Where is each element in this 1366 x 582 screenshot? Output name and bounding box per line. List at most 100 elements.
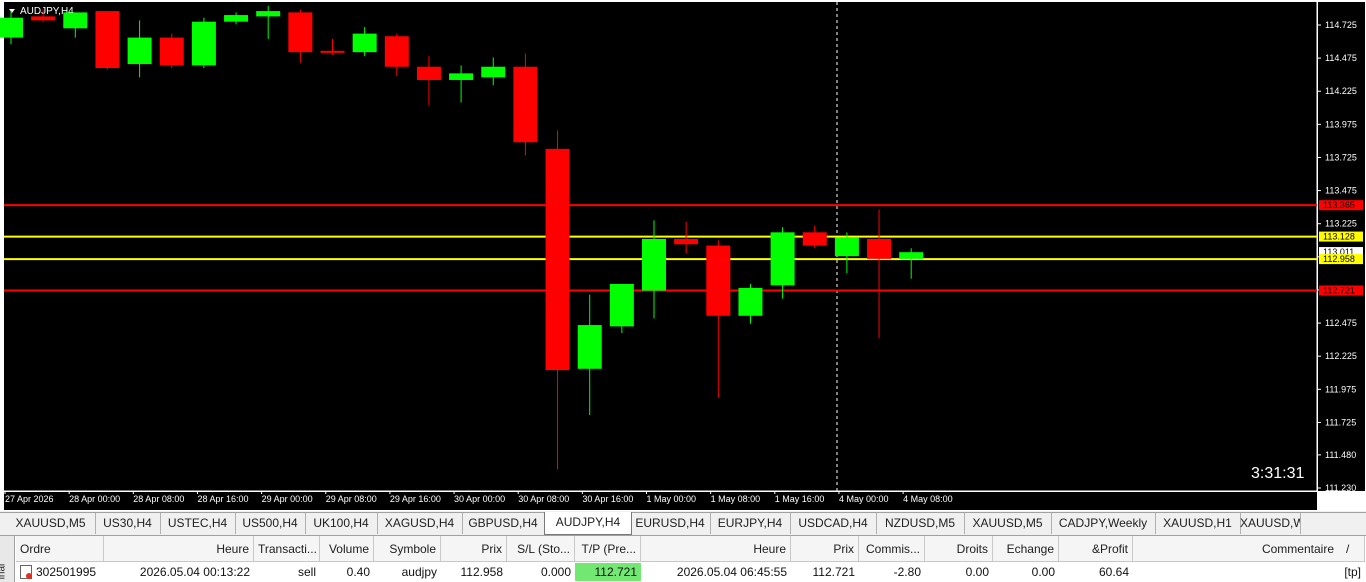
trade-row-cell[interactable]: audjpy — [374, 563, 441, 581]
chart-tab[interactable]: GBPUSD,H4 — [462, 513, 545, 534]
column-header[interactable]: Heure — [641, 536, 791, 562]
column-header[interactable]: Prix — [441, 536, 507, 562]
price-label: 114.225 — [1325, 86, 1357, 96]
chart-tab[interactable]: AUDJPY,H4 — [544, 512, 632, 535]
column-header[interactable]: Commis... — [859, 536, 925, 562]
column-header[interactable]: Droits — [925, 536, 993, 562]
column-header[interactable]: Transacti... — [254, 536, 320, 562]
chart-tab[interactable]: XAUUSD,H1 — [1155, 513, 1241, 534]
column-header[interactable]: &Profit — [1059, 536, 1133, 562]
price-label: 113.725 — [1325, 152, 1357, 162]
time-label: 28 Apr 16:00 — [197, 494, 248, 504]
candle-body — [449, 73, 474, 80]
chart-tab[interactable]: US30,H4 — [95, 513, 161, 534]
trade-row-cell[interactable]: 0.000 — [507, 563, 575, 581]
order-document-icon — [20, 565, 32, 579]
chart-tab-bar: XAUUSD,M5 US30,H4 USTEC,H4 US500,H4 UK100,H4… — [0, 512, 1366, 536]
price-label: 111.975 — [1325, 384, 1356, 394]
column-header[interactable]: Commentaire — [1133, 536, 1365, 562]
chart-tab[interactable]: XAGUSD,H4 — [377, 513, 463, 534]
time-label: 1 May 16:00 — [775, 494, 825, 504]
chart-tab[interactable]: XAUUSD,M5 — [6, 513, 96, 534]
column-header[interactable]: T/P (Pre... — [575, 536, 641, 562]
column-header[interactable]: Ordre — [16, 536, 104, 562]
trade-row-cell[interactable]: 60.64 — [1059, 563, 1133, 581]
candle-body — [481, 66, 506, 78]
trade-row-cell[interactable]: 112.721 — [575, 563, 641, 581]
trade-row-cell[interactable]: 112.721 — [791, 563, 859, 581]
candle-body — [159, 37, 184, 66]
candle-body — [642, 238, 666, 291]
chart-tab[interactable]: CADJPY,Weekly — [1051, 513, 1156, 534]
column-header[interactable]: Symbole — [374, 536, 441, 562]
candle-body — [31, 16, 56, 21]
chart-tab[interactable]: US500,H4 — [235, 513, 306, 534]
price-chart[interactable]: AUDJPY,H4 114.725 114.475 114.225 113.975 113… — [0, 0, 1366, 511]
price-label: 112.225 — [1325, 351, 1357, 361]
chart-canvas[interactable]: AUDJPY,H4114.725114.475114.225113.975113… — [0, 0, 1366, 511]
candle-body — [577, 325, 602, 369]
chart-tab[interactable]: XAUUSD,Wee — [1240, 513, 1301, 534]
time-label: 28 Apr 08:00 — [133, 494, 184, 504]
chart-tab[interactable]: USTEC,H4 — [160, 513, 236, 534]
candle-body — [706, 245, 731, 316]
time-label: 29 Apr 00:00 — [262, 494, 313, 504]
chart-tab[interactable]: XAUUSD,M5 — [964, 513, 1052, 534]
chart-tab[interactable]: USDCAD,H4 — [790, 513, 877, 534]
time-label: 27 Apr 2026 — [5, 494, 54, 504]
candle-body — [127, 37, 152, 65]
trade-row-cell[interactable]: 0.00 — [993, 563, 1059, 581]
column-header[interactable]: Volume — [320, 536, 374, 562]
level-tag-label: 113.365 — [1323, 200, 1355, 210]
time-label: 30 Apr 00:00 — [454, 494, 505, 504]
chart-tab[interactable]: EURUSD,H4 — [630, 513, 711, 534]
price-label: 111.230 — [1325, 483, 1356, 493]
candle-body — [384, 36, 409, 67]
candle-body — [256, 11, 281, 17]
trade-row-cell[interactable]: [tp] — [1133, 563, 1365, 581]
candle-body — [63, 12, 88, 29]
trade-row-cell[interactable]: 0.40 — [320, 563, 374, 581]
candle-body — [674, 238, 699, 245]
candle-body — [770, 232, 795, 286]
candle-body — [867, 238, 892, 259]
candle-body — [224, 15, 249, 22]
column-header[interactable]: S/L (Sto... — [507, 536, 575, 562]
column-header[interactable]: Echange — [993, 536, 1059, 562]
candle-body — [545, 148, 570, 371]
time-label: 29 Apr 08:00 — [326, 494, 377, 504]
chart-tab[interactable]: UK100,H4 — [305, 513, 378, 534]
time-label: 1 May 08:00 — [711, 494, 761, 504]
candle-body — [0, 17, 23, 38]
time-label: 29 Apr 16:00 — [390, 494, 441, 504]
chart-tab[interactable]: EURJPY,H4 — [710, 513, 791, 534]
trade-row-cell[interactable]: -2.80 — [859, 563, 925, 581]
trade-row-cell[interactable]: 112.958 — [441, 563, 507, 581]
candle-body — [191, 21, 216, 66]
price-label: 111.725 — [1325, 417, 1356, 427]
candle-body — [738, 287, 763, 316]
price-label: 113.475 — [1325, 186, 1357, 196]
time-label: 1 May 00:00 — [647, 494, 697, 504]
level-tag-label: 112.958 — [1323, 254, 1355, 264]
price-label: 111.480 — [1325, 450, 1356, 460]
chart-tab[interactable]: NZDUSD,M5 — [876, 513, 965, 534]
candle-body — [802, 232, 827, 246]
trade-row-cell[interactable]: sell — [254, 563, 320, 581]
column-header[interactable]: Prix — [791, 536, 859, 562]
column-header[interactable]: Heure — [104, 536, 254, 562]
price-label: 114.475 — [1325, 53, 1357, 63]
level-tag-label: 113.128 — [1323, 232, 1355, 242]
trade-row-cell[interactable]: 2026.05.04 06:45:55 — [641, 563, 791, 581]
terminal-panel: inal Ordre Heure Transacti... Volume Symbole… — [0, 536, 1366, 582]
trade-row-cell[interactable]: 2026.05.04 00:13:22 — [104, 563, 254, 581]
sort-indicator-icon: / — [1346, 542, 1350, 556]
candle-body — [609, 283, 634, 327]
time-label: 30 Apr 16:00 — [582, 494, 633, 504]
trade-row-cell[interactable]: 0.00 — [925, 563, 993, 581]
price-label: 114.725 — [1325, 20, 1357, 30]
candle-body — [899, 252, 924, 259]
terminal-side-text: inal — [0, 563, 8, 580]
price-label: 113.975 — [1325, 119, 1357, 129]
candle-body — [95, 11, 120, 69]
